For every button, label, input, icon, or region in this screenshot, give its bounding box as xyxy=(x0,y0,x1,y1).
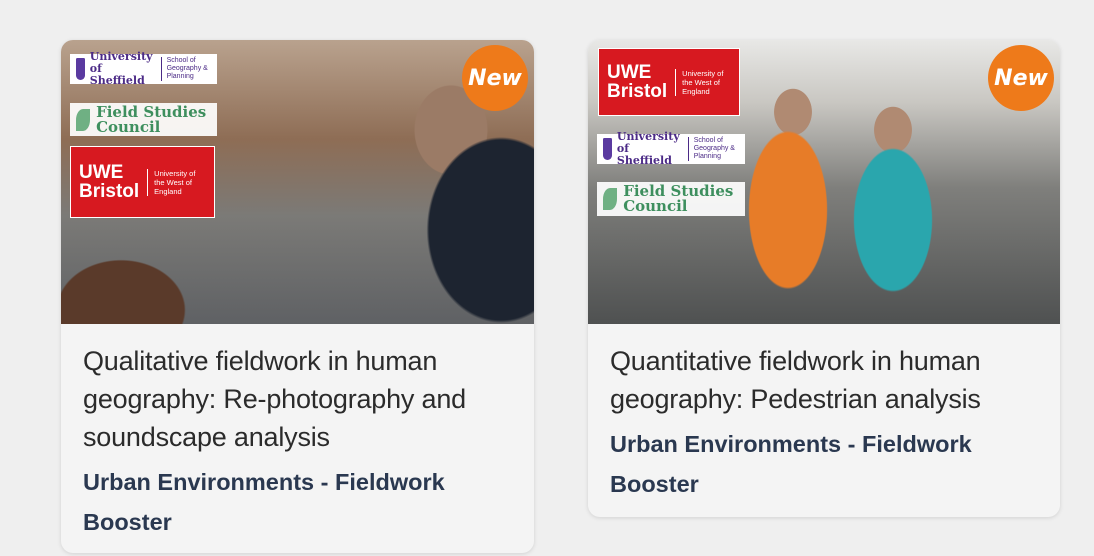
course-title[interactable]: Qualitative fieldwork in human geography… xyxy=(83,342,512,456)
shield-icon xyxy=(76,58,85,80)
shield-icon xyxy=(603,138,612,160)
course-thumbnail[interactable]: UWE Bristol University of the West of En… xyxy=(588,40,1060,324)
leaf-icon xyxy=(603,188,618,210)
new-badge: New xyxy=(988,45,1054,111)
sheffield-logo: University of Sheffield School of Geogra… xyxy=(597,131,745,167)
new-badge: New xyxy=(462,45,528,111)
course-thumbnail[interactable]: University of Sheffield School of Geogra… xyxy=(61,40,534,324)
leaf-icon xyxy=(76,108,91,131)
field-studies-council-logo: Field Studies Council xyxy=(597,182,745,216)
uwe-bristol-logo: UWE Bristol University of the West of En… xyxy=(598,48,740,116)
course-card[interactable]: University of Sheffield School of Geogra… xyxy=(61,40,534,553)
uwe-bristol-logo: UWE Bristol University of the West of En… xyxy=(70,146,215,218)
course-category: Urban Environments - Fieldwork Booster xyxy=(83,469,445,535)
sheffield-logo: University of Sheffield School of Geogra… xyxy=(70,51,217,87)
course-title[interactable]: Quantitative fieldwork in human geograph… xyxy=(610,342,1038,418)
course-category: Urban Environments - Fieldwork Booster xyxy=(610,431,972,497)
field-studies-council-logo: Field Studies Council xyxy=(70,103,217,136)
course-card[interactable]: UWE Bristol University of the West of En… xyxy=(588,40,1060,517)
